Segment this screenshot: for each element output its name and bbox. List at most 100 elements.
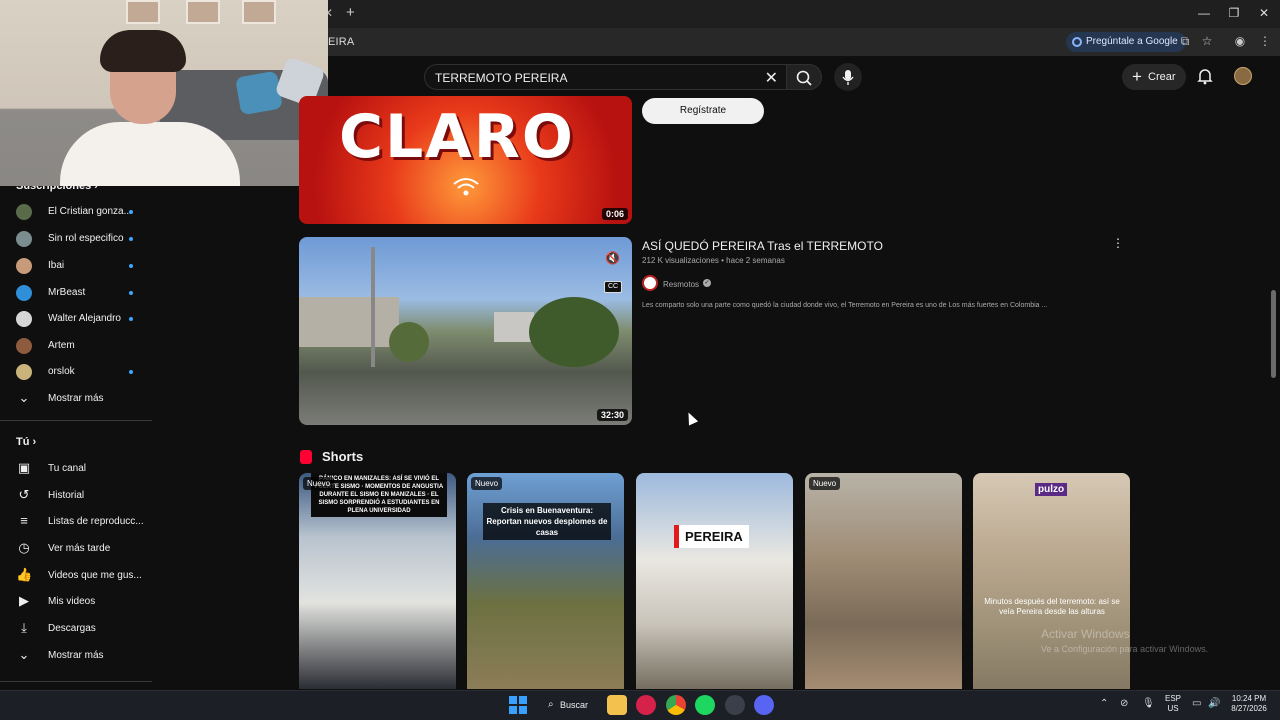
short-card[interactable]: PEREIRA xyxy=(636,473,793,689)
sidebar-item-subscription[interactable]: Ibai xyxy=(0,253,150,279)
chevron-down-icon: ⌄ xyxy=(18,390,30,405)
show-more-you[interactable]: ⌄ Mostrar más xyxy=(0,643,150,669)
windows-start-icon[interactable] xyxy=(509,696,527,714)
discord-icon[interactable] xyxy=(754,695,774,715)
sidebar-item-liked-videos[interactable]: 👍 Videos que me gus... xyxy=(0,563,150,589)
shorts-icon xyxy=(300,450,312,464)
account-avatar[interactable] xyxy=(1234,67,1252,85)
close-window-icon[interactable]: ✕ xyxy=(1254,6,1274,20)
sidebar-item-label: El Cristian gonza... xyxy=(48,206,132,217)
sidebar-item-subscription[interactable]: El Cristian gonza... xyxy=(0,199,150,225)
steam-icon[interactable] xyxy=(725,695,745,715)
sidebar-item-label: Mis videos xyxy=(48,596,96,607)
wall-frame xyxy=(242,0,276,24)
sidebar-item-your-videos[interactable]: ▶ Mis videos xyxy=(0,589,150,615)
channel-avatar[interactable] xyxy=(642,275,658,291)
building xyxy=(299,297,399,347)
language-indicator[interactable]: ESP US xyxy=(1162,694,1184,714)
sidebar-item-watch-later[interactable]: ◷ Ver más tarde xyxy=(0,536,150,562)
scrollbar-thumb[interactable] xyxy=(1271,290,1276,378)
channel-name[interactable]: Resmotos xyxy=(663,280,699,289)
sidebar-item-history[interactable]: ↺ Historial xyxy=(0,483,150,509)
short-card[interactable]: pulzo Minutos después del terremoto: así… xyxy=(973,473,1130,689)
sidebar-item-subscription[interactable]: orslok xyxy=(0,359,150,385)
sidebar-item-subscription[interactable]: MrBeast xyxy=(0,280,150,306)
sidebar-item-label: Descargas xyxy=(48,623,96,634)
short-card[interactable]: Nuevo xyxy=(805,473,962,689)
chrome-icon[interactable] xyxy=(666,695,686,715)
new-badge: Nuevo xyxy=(471,477,503,490)
minimize-icon[interactable]: — xyxy=(1194,6,1214,20)
sidebar-item-label: orslok xyxy=(48,366,75,377)
short-card[interactable]: PÁNICO EN MANIZALES: ASÍ SE VIVIÓ EL FUE… xyxy=(299,473,456,689)
history-icon: ↺ xyxy=(18,487,30,502)
sidebar-item-downloads[interactable]: ⤓ Descargas xyxy=(0,616,150,642)
short-caption: PEREIRA xyxy=(674,525,749,548)
create-button[interactable]: + Crear xyxy=(1122,64,1186,90)
sidebar-item-subscription[interactable]: Artem xyxy=(0,333,150,359)
tree xyxy=(529,297,619,367)
profile-icon[interactable]: ◉ xyxy=(1233,34,1247,48)
utility-pole xyxy=(371,247,375,367)
cast-icon[interactable]: ⧉ xyxy=(1178,34,1192,48)
volume-icon[interactable]: 🔊 xyxy=(1208,698,1220,709)
download-icon: ⤓ xyxy=(21,620,27,635)
url-text[interactable]: EIRA xyxy=(328,36,354,48)
sidebar-item-your-channel[interactable]: ▣ Tu canal xyxy=(0,456,150,482)
display-icon[interactable]: ▭ xyxy=(1192,698,1201,709)
screen: ✕ + — ❐ ✕ EIRA Pregúntale a Google ⧉ ☆ ◉… xyxy=(0,0,1280,720)
search-query[interactable]: TERREMOTO PEREIRA xyxy=(435,71,567,85)
spotify-icon[interactable] xyxy=(695,695,715,715)
clear-search-icon[interactable]: ✕ xyxy=(765,68,778,88)
search-icon: ⌕ xyxy=(548,699,554,710)
tray-chevron-icon[interactable]: ⌃ xyxy=(1100,698,1108,709)
tree xyxy=(389,322,429,362)
video-description: Les comparto solo una parte como quedó l… xyxy=(642,302,1048,309)
channel-avatar xyxy=(16,338,32,354)
new-content-dot xyxy=(129,370,133,374)
sidebar-item-playlists[interactable]: ≡ Listas de reproducc... xyxy=(0,509,150,535)
microphone-tray-icon[interactable]: 🎙 xyxy=(1142,698,1155,709)
sidebar-item-label: Historial xyxy=(48,490,85,501)
short-caption: Crisis en Buenaventura: Reportan nuevos … xyxy=(483,503,611,540)
sidebar-item-label: Videos que me gus... xyxy=(48,570,142,581)
duration-badge: 0:06 xyxy=(601,208,628,220)
sidebar-item-label: MrBeast xyxy=(48,287,86,298)
register-button[interactable]: Regístrate xyxy=(642,98,764,124)
you-section-title[interactable]: Tú › xyxy=(16,436,36,448)
thumbs-up-icon: 👍 xyxy=(16,567,33,582)
new-tab-icon[interactable]: + xyxy=(346,4,355,21)
taskbar-search[interactable]: ⌕ Buscar xyxy=(544,695,600,715)
verified-icon: ✓ xyxy=(703,279,711,287)
divider xyxy=(0,420,152,421)
search-button[interactable] xyxy=(786,64,822,90)
captions-icon[interactable]: CC xyxy=(604,281,622,293)
ask-google-button[interactable]: Pregúntale a Google xyxy=(1066,32,1186,52)
sidebar-item-subscription[interactable]: Walter Alejandro xyxy=(0,306,150,332)
activate-line2: Ve a Configuración para activar Windows. xyxy=(1041,644,1209,654)
mute-icon[interactable]: 🔇 xyxy=(605,251,620,265)
voice-search-button[interactable] xyxy=(834,63,862,91)
sidebar-item-label: Mostrar más xyxy=(48,650,104,661)
search-input[interactable]: TERREMOTO PEREIRA ✕ xyxy=(424,64,786,90)
no-network-icon[interactable]: ⊘ xyxy=(1120,698,1128,709)
restore-icon[interactable]: ❐ xyxy=(1224,6,1244,20)
webcam-overlay xyxy=(0,0,328,186)
sidebar-item-subscription[interactable]: Sin rol especifico xyxy=(0,226,150,252)
file-explorer-icon[interactable] xyxy=(607,695,627,715)
short-card[interactable]: Nuevo Crisis en Buenaventura: Reportan n… xyxy=(467,473,624,689)
notifications-bell-icon[interactable] xyxy=(1196,67,1214,85)
more-options-icon[interactable]: ⋮ xyxy=(1112,236,1124,252)
new-content-dot xyxy=(129,237,133,241)
wall-frame xyxy=(186,0,220,24)
new-content-dot xyxy=(129,291,133,295)
video-title[interactable]: ASÍ QUEDÓ PEREIRA Tras el TERREMOTO xyxy=(642,239,883,253)
clock[interactable]: 10:24 PM 8/27/2026 xyxy=(1226,694,1272,714)
show-more-subscriptions[interactable]: ⌄ Mostrar más xyxy=(0,386,150,412)
ad-thumbnail[interactable]: CLARO 0:06 xyxy=(299,96,632,224)
video-thumbnail[interactable]: 🔇 CC 32:30 xyxy=(299,237,632,425)
browser-menu-icon[interactable]: ⋮ xyxy=(1258,34,1272,48)
mouse-cursor-icon xyxy=(683,410,699,426)
bookmark-star-icon[interactable]: ☆ xyxy=(1200,34,1214,48)
opera-icon[interactable] xyxy=(636,695,656,715)
